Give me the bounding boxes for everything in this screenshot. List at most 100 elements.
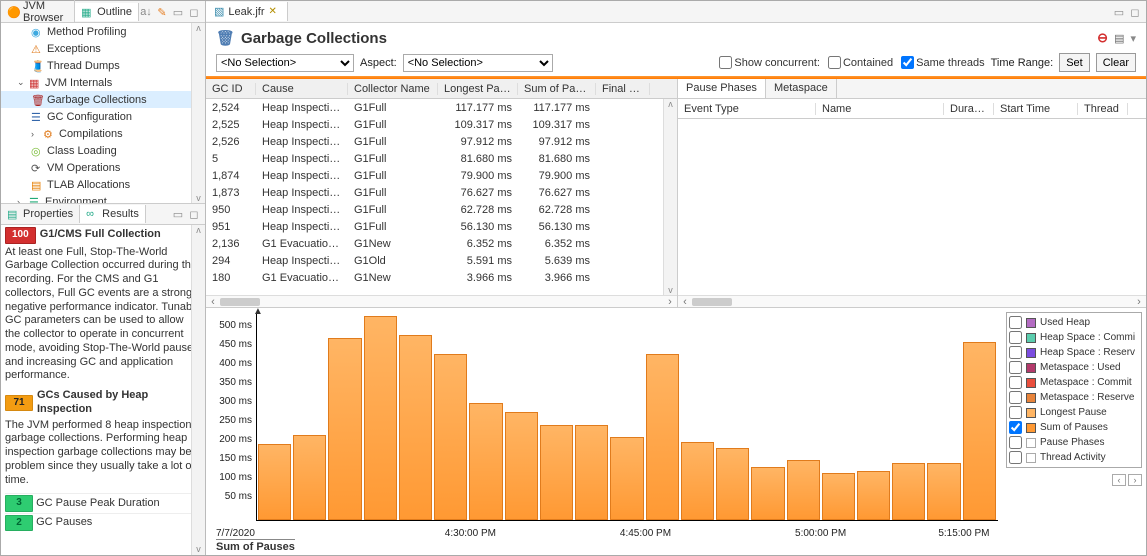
legend-checkbox[interactable] [1009, 406, 1022, 419]
table-row[interactable]: 951Heap Inspectio...G1Full56.130 ms56.13… [206, 218, 677, 235]
toggle-view-icon[interactable]: ▤ [1114, 32, 1124, 45]
table-row[interactable]: 294Heap Inspectio...G1Old5.591 ms5.639 m… [206, 252, 677, 269]
legend-item[interactable]: Heap Space : Commi [1009, 330, 1139, 345]
properties-tab[interactable]: ▤Properties [1, 205, 80, 223]
result-full-collection[interactable]: 100G1/CMS Full Collection At least one F… [5, 227, 201, 383]
legend-item[interactable]: Used Heap [1009, 315, 1139, 330]
legend-item[interactable]: Pause Phases [1009, 435, 1139, 450]
table-hscroll[interactable]: ‹› [206, 295, 677, 307]
legend-checkbox[interactable] [1009, 331, 1022, 344]
chart-bar[interactable] [505, 412, 538, 520]
scroll-up-icon[interactable]: ʌ [196, 225, 201, 236]
chart-bar[interactable] [857, 471, 890, 520]
result-pause-peak[interactable]: 3 GC Pause Peak Duration+ [5, 493, 201, 513]
col-gc-id[interactable]: GC ID [206, 83, 256, 95]
col-duration[interactable]: Duration [944, 103, 994, 115]
chart-bar[interactable] [434, 354, 467, 520]
chart-bar[interactable] [364, 316, 397, 520]
tree-jvm-internals[interactable]: ⌄▦JVM Internals [1, 74, 205, 91]
table-row[interactable]: 1,874Heap Inspectio...G1Full79.900 ms79.… [206, 167, 677, 184]
tree-thread-dumps[interactable]: 🧵Thread Dumps [1, 57, 205, 74]
table-row[interactable]: 5Heap Inspectio...G1Full81.680 ms81.680 … [206, 150, 677, 167]
table-vscroll[interactable]: ʌv [663, 99, 677, 295]
editor-maximize-icon[interactable]: ◻ [1128, 6, 1142, 18]
metaspace-tab[interactable]: Metaspace [766, 79, 837, 98]
editor-minimize-icon[interactable]: ▭ [1112, 6, 1126, 18]
chart-bar[interactable] [469, 403, 502, 520]
legend-scroll-left-icon[interactable]: ‹ [1112, 474, 1126, 486]
chart-bar[interactable] [716, 448, 749, 520]
legend-item[interactable]: Metaspace : Reserve [1009, 390, 1139, 405]
tree-class-loading[interactable]: ◎Class Loading [1, 142, 205, 159]
set-button[interactable]: Set [1059, 53, 1090, 72]
scroll-right-icon[interactable]: › [1132, 296, 1146, 308]
tree-environment[interactable]: ›☰Environment [1, 193, 205, 203]
scroll-left-icon[interactable]: ‹ [206, 296, 220, 308]
editor-tab-leak[interactable]: ▧ Leak.jfr ✕ [206, 2, 288, 21]
tree-scrollbar[interactable]: ʌv [191, 23, 205, 203]
col-name[interactable]: Name [816, 103, 944, 115]
chart-bar[interactable] [787, 460, 820, 521]
scroll-thumb[interactable] [220, 298, 260, 306]
outline-tab[interactable]: ▦ Outline [75, 3, 139, 21]
chart-bar[interactable] [681, 442, 714, 520]
view-menu-icon[interactable]: ▾ [1130, 32, 1136, 45]
chart-bar[interactable] [927, 463, 960, 520]
chart-bar[interactable] [293, 435, 326, 520]
table-row[interactable]: 2,526Heap Inspectio...G1Full97.912 ms97.… [206, 133, 677, 150]
table-row[interactable]: 180G1 Evacuation ...G1New3.966 ms3.966 m… [206, 269, 677, 286]
outline-minimize-icon[interactable]: ▭ [171, 6, 185, 18]
outline-maximize-icon[interactable]: ◻ [187, 6, 201, 18]
error-icon[interactable]: ⊖ [1097, 30, 1108, 46]
tree-tlab-allocations[interactable]: ▤TLAB Allocations [1, 176, 205, 193]
clear-button[interactable]: Clear [1096, 53, 1136, 72]
col-thread[interactable]: Thread [1078, 103, 1128, 115]
close-tab-icon[interactable]: ✕ [268, 6, 276, 17]
scroll-down-icon[interactable]: v [196, 544, 201, 555]
gc-table[interactable]: GC ID Cause Collector Name Longest Pau..… [206, 79, 677, 307]
table-row[interactable]: 2,524Heap Inspectio...G1Full117.177 ms11… [206, 99, 677, 116]
table-row[interactable]: 2,525Heap Inspectio...G1Full109.317 ms10… [206, 116, 677, 133]
legend-checkbox[interactable] [1009, 391, 1022, 404]
col-cause[interactable]: Cause [256, 83, 348, 95]
outline-tool-2[interactable]: ✎ [155, 6, 169, 18]
subtable-hscroll[interactable]: ‹› [678, 295, 1146, 307]
tree-method-profiling[interactable]: ◉Method Profiling [1, 23, 205, 40]
table-row[interactable]: 950Heap Inspectio...G1Full62.728 ms62.72… [206, 201, 677, 218]
col-start-time[interactable]: Start Time [994, 103, 1078, 115]
results-minimize-icon[interactable]: ▭ [171, 208, 185, 220]
chart-bar[interactable] [540, 425, 573, 520]
same-threads-checkbox[interactable] [901, 56, 914, 69]
legend-checkbox[interactable] [1009, 316, 1022, 329]
legend-item[interactable]: Metaspace : Commit [1009, 375, 1139, 390]
chart-bar[interactable] [328, 338, 361, 520]
outline-tool-1[interactable]: a↓ [139, 6, 153, 18]
expand-icon[interactable]: › [17, 197, 29, 204]
result-heap-inspection[interactable]: 71GCs Caused by Heap Inspection The JVM … [5, 389, 201, 487]
chart-bar[interactable] [963, 342, 996, 520]
selection-dropdown[interactable]: <No Selection> [216, 54, 354, 72]
legend-checkbox[interactable] [1009, 376, 1022, 389]
tree-exceptions[interactable]: ⚠Exceptions [1, 40, 205, 57]
table-row[interactable]: 1,873Heap Inspectio...G1Full76.627 ms76.… [206, 184, 677, 201]
results-maximize-icon[interactable]: ◻ [187, 208, 201, 220]
legend-item[interactable]: Longest Pause [1009, 405, 1139, 420]
pause-phases-tab[interactable]: Pause Phases [678, 79, 766, 98]
col-event-type[interactable]: Event Type [678, 103, 816, 115]
chart-bar[interactable] [892, 463, 925, 520]
legend-item[interactable]: Sum of Pauses [1009, 420, 1139, 435]
legend-checkbox[interactable] [1009, 361, 1022, 374]
chart-bar[interactable] [646, 354, 679, 520]
chart-bar[interactable] [822, 473, 855, 520]
chart-bar[interactable] [399, 335, 432, 520]
legend-item[interactable]: Thread Activity [1009, 450, 1139, 465]
legend-checkbox[interactable] [1009, 436, 1022, 449]
col-longest-pause[interactable]: Longest Pau... [438, 83, 518, 95]
results-scrollbar[interactable]: ʌv [191, 225, 205, 555]
legend-checkbox[interactable] [1009, 451, 1022, 464]
chart-bar[interactable] [610, 437, 643, 520]
legend-item[interactable]: Metaspace : Used [1009, 360, 1139, 375]
tree-garbage-collections[interactable]: 🗑Garbage Collections [1, 91, 205, 108]
legend-scroll-right-icon[interactable]: › [1128, 474, 1142, 486]
scroll-down-icon[interactable]: v [196, 193, 201, 203]
